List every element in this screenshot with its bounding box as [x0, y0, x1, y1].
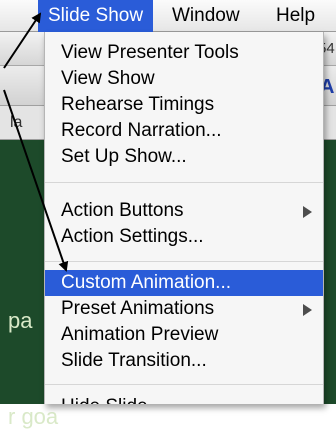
- menu-item-action-buttons[interactable]: Action Buttons: [45, 198, 323, 224]
- menu-item-view-show[interactable]: View Show: [45, 66, 323, 92]
- background-tab-label: la: [10, 114, 23, 131]
- menu-slide-show[interactable]: Slide Show: [38, 0, 154, 32]
- menu-item-label: View Show: [61, 68, 155, 89]
- menu-item-view-presenter-tools[interactable]: View Presenter Tools: [45, 40, 323, 66]
- menu-item-label: Rehearse Timings: [61, 94, 215, 115]
- menu-item-label: Record Narration...: [61, 120, 222, 141]
- menu-item-label: Action Settings...: [61, 226, 204, 247]
- menu-item-animation-preview[interactable]: Animation Preview: [45, 322, 323, 348]
- menu-item-slide-transition[interactable]: Slide Transition...: [45, 348, 323, 374]
- menu-help[interactable]: Help: [276, 0, 315, 32]
- menu-item-record-narration[interactable]: Record Narration...: [45, 118, 323, 144]
- menu-bar: Slide Show Window Help: [0, 0, 336, 32]
- menu-item-label: Preset Animations: [61, 298, 215, 319]
- menu-item-label: Set Up Show...: [61, 146, 187, 167]
- submenu-arrow-icon: [303, 206, 312, 218]
- menu-window[interactable]: Window: [172, 0, 240, 32]
- menu-item-label: View Presenter Tools: [61, 42, 239, 63]
- slide-text-fragment: pa: [8, 308, 33, 333]
- menu-item-label: Action Buttons: [61, 200, 184, 221]
- slide-text-fragment: r goa: [8, 404, 59, 429]
- menu-item-label: Hide Slide: [61, 396, 148, 404]
- menu-item-label: Custom Animation...: [61, 272, 232, 293]
- menu-item-label: Animation Preview: [61, 324, 219, 345]
- menu-item-rehearse-timings[interactable]: Rehearse Timings: [45, 92, 323, 118]
- menu-item-hide-slide[interactable]: Hide Slide: [45, 394, 323, 404]
- menu-item-set-up-show[interactable]: Set Up Show...: [45, 144, 323, 170]
- submenu-arrow-icon: [303, 304, 312, 316]
- menu-separator: [45, 384, 323, 385]
- menu-separator: [45, 261, 323, 262]
- menu-separator: [45, 182, 323, 183]
- menu-item-custom-animation[interactable]: Custom Animation...: [45, 270, 323, 296]
- slide-show-menu: View Presenter Tools View Show Rehearse …: [44, 32, 324, 404]
- menu-item-preset-animations[interactable]: Preset Animations: [45, 296, 323, 322]
- menu-item-action-settings[interactable]: Action Settings...: [45, 224, 323, 250]
- menu-item-label: Slide Transition...: [61, 350, 207, 371]
